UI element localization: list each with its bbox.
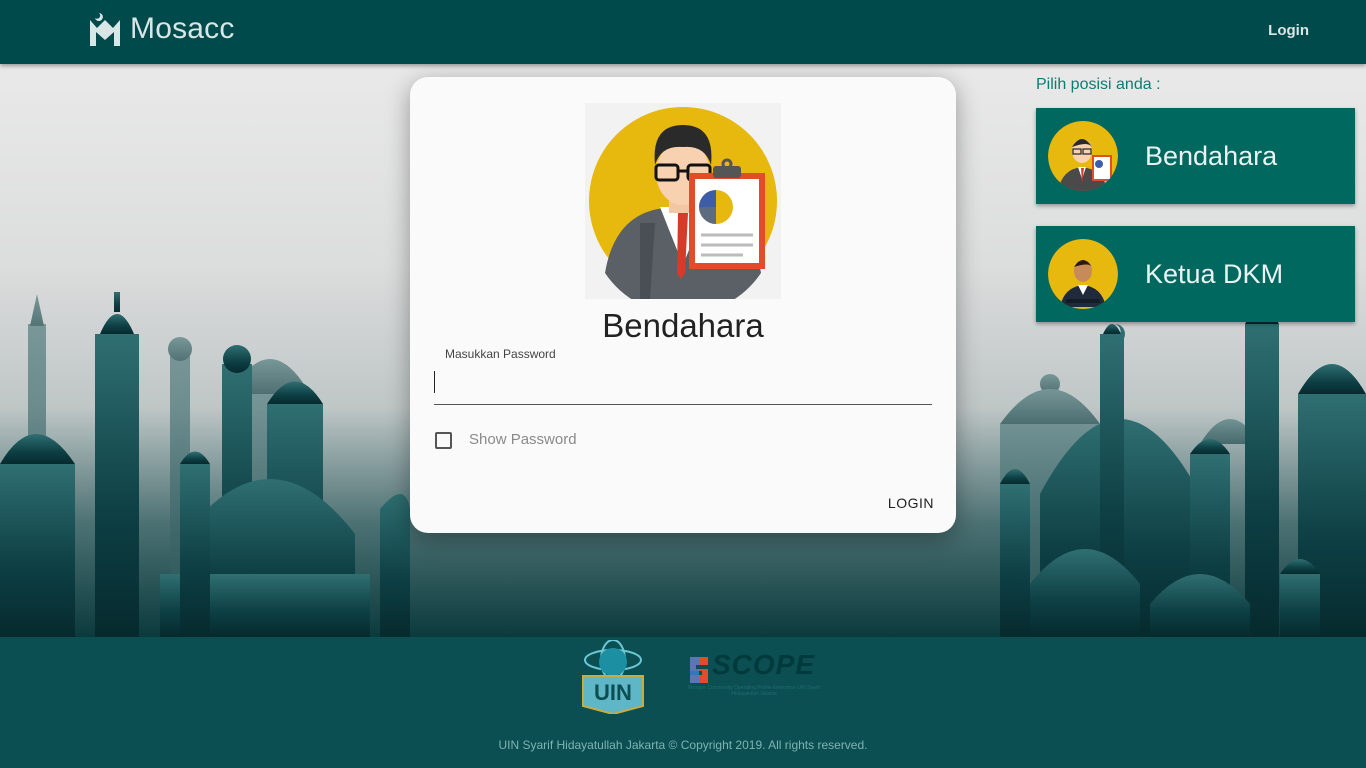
uin-logo-icon: UIN [582,640,644,714]
copyright-text: UIN Syarif Hidayatullah Jakarta © Copyri… [498,738,868,752]
role-label-ketua-dkm: Ketua DKM [1145,258,1284,289]
nav-login-link[interactable]: Login [1268,22,1309,39]
navbar: Mosacc Login [0,0,1366,64]
role-card-bendahara[interactable]: Bendahara [1036,108,1355,204]
scope-logo-text: SCOPE [712,649,816,680]
login-button[interactable]: LOGIN [888,495,934,511]
side-title: Pilih posisi anda : [1036,76,1161,93]
password-label: Masukkan Password [445,347,556,361]
footer: UIN SCOPE Mosque Community Operating Pro… [0,637,1366,768]
login-modal: Bendahara Masukkan Password Show Passwor… [410,77,956,533]
bendahara-avatar [1048,121,1118,191]
text-caret [434,371,435,393]
uin-logo-text: UIN [594,680,632,705]
role-card-ketua-dkm[interactable]: Ketua DKM [1036,226,1355,322]
scope-logo-mark [690,657,708,683]
treasurer-illustration [585,103,781,299]
modal-title: Bendahara [602,307,764,344]
scope-subtitle: Mosque Community Operating Profile Enter… [688,685,820,697]
show-password-checkbox[interactable] [435,432,452,449]
mosque-logo-icon [90,13,120,46]
brand-name: Mosacc [130,12,235,45]
ketua-dkm-avatar [1048,239,1118,309]
role-label-bendahara: Bendahara [1145,140,1278,171]
password-input[interactable] [434,365,932,405]
show-password-label[interactable]: Show Password [469,431,577,448]
brand[interactable]: Mosacc [88,8,235,50]
